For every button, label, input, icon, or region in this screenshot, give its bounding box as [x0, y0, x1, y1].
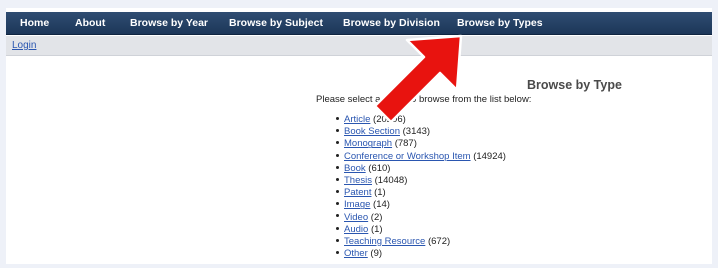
login-bar: Login — [6, 36, 712, 56]
type-count: (2) — [370, 211, 383, 223]
type-list-item: Patent (1) — [336, 187, 506, 199]
type-count: (14) — [373, 199, 390, 211]
bullet-icon — [336, 202, 339, 206]
page-title: Browse by Type — [527, 78, 622, 92]
type-list-item: Thesis (14048) — [336, 175, 506, 187]
type-link[interactable]: Teaching Resource — [344, 236, 425, 247]
type-list-item: Monograph (787) — [336, 138, 506, 150]
type-count: (14048) — [374, 174, 408, 186]
type-count: (672) — [427, 235, 451, 247]
type-count: (610) — [368, 162, 391, 174]
bullet-icon — [336, 226, 339, 230]
nav-browse-by-subject[interactable]: Browse by Subject — [229, 12, 323, 35]
nav-browse-by-year[interactable]: Browse by Year — [130, 12, 208, 35]
bullet-icon — [336, 190, 339, 194]
type-list-item: Teaching Resource (672) — [336, 236, 506, 248]
nav-home[interactable]: Home — [20, 12, 49, 35]
bullet-icon — [336, 238, 339, 242]
bullet-icon — [336, 214, 339, 218]
type-list-item: Audio (1) — [336, 224, 506, 236]
type-count: (14924) — [473, 150, 506, 162]
bullet-icon — [336, 129, 339, 133]
type-count: (1) — [374, 187, 386, 199]
bullet-icon — [336, 141, 339, 145]
type-link[interactable]: Conference or Workshop Item — [344, 151, 471, 162]
type-count: (9) — [370, 248, 383, 260]
bullet-icon — [336, 165, 339, 169]
type-list-item: Video (2) — [336, 212, 506, 224]
type-link[interactable]: Patent — [344, 187, 371, 198]
login-link[interactable]: Login — [12, 40, 36, 51]
nav-about[interactable]: About — [75, 12, 105, 35]
type-link[interactable]: Video — [344, 212, 368, 223]
top-navigation-bar: Home About Browse by Year Browse by Subj… — [6, 12, 712, 35]
type-list-item: Image (14) — [336, 199, 506, 211]
type-list-item: Book (610) — [336, 163, 506, 175]
bullet-icon — [336, 116, 339, 120]
type-link[interactable]: Image — [344, 199, 370, 210]
type-link[interactable]: Monograph — [344, 138, 392, 149]
type-link[interactable]: Thesis — [344, 175, 372, 186]
type-list-item: Conference or Workshop Item (14924) — [336, 151, 506, 163]
red-arrow-shape — [373, 34, 463, 124]
type-link[interactable]: Audio — [344, 224, 368, 235]
bullet-icon — [336, 153, 339, 157]
type-count: (787) — [394, 138, 417, 150]
bullet-icon — [336, 177, 339, 181]
type-count: (1) — [370, 223, 383, 235]
type-link[interactable]: Other — [344, 248, 368, 259]
bullet-icon — [336, 251, 339, 255]
browser-page: Home About Browse by Year Browse by Subj… — [6, 8, 712, 264]
type-list-item: Other (9) — [336, 248, 506, 260]
red-arrow-icon — [373, 34, 463, 124]
type-list: Article (20206)Book Section (3143)Monogr… — [336, 114, 506, 260]
type-link[interactable]: Book — [344, 163, 366, 174]
